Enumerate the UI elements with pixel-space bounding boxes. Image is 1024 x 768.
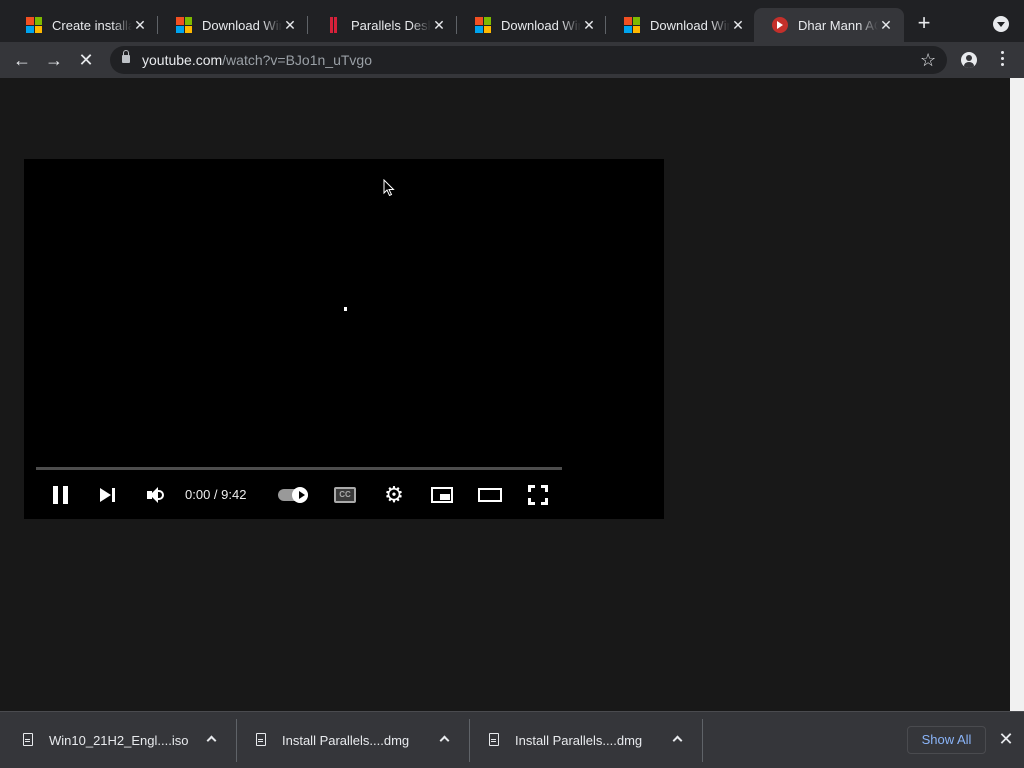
bookmark-star-icon[interactable]: ☆ — [920, 50, 936, 70]
download-filename: Install Parallels....dmg — [515, 733, 643, 748]
tab-parallels-desktop[interactable]: Parallels Deskt ✕ — [307, 8, 457, 42]
download-item[interactable]: Install Parallels....dmg — [466, 712, 699, 768]
player-controls: 0:00 / 9:42 CC ⚙ — [24, 479, 664, 511]
downloads-bar: Win10_21H2_Engl....iso Install Parallels… — [0, 711, 1024, 768]
download-divider — [702, 719, 703, 762]
tab-download-windows-2[interactable]: Download Wind ✕ — [457, 8, 607, 42]
download-item[interactable]: Install Parallels....dmg — [233, 712, 466, 768]
volume-button[interactable] — [144, 483, 168, 507]
page-content: 0:00 / 9:42 CC ⚙ — [0, 78, 1010, 711]
miniplayer-button[interactable] — [430, 483, 454, 507]
theater-mode-button[interactable] — [478, 483, 502, 507]
microsoft-logo-icon — [26, 17, 42, 33]
tab-title: Download Wind — [501, 17, 581, 33]
download-filename: Install Parallels....dmg — [282, 733, 410, 748]
close-downloads-bar-icon[interactable]: ✕ — [998, 730, 1014, 748]
tab-close-icon[interactable]: ✕ — [132, 17, 148, 33]
browser-toolbar: ← → ✕ youtube.com/watch?v=BJo1n_uTvgo ☆ — [0, 42, 1024, 78]
autoplay-toggle[interactable] — [278, 487, 308, 503]
tab-title: Dhar Mann ACT — [798, 17, 878, 33]
tab-close-icon[interactable]: ✕ — [431, 17, 447, 33]
pause-button[interactable] — [50, 483, 74, 507]
next-video-button[interactable] — [96, 483, 120, 507]
download-filename: Win10_21H2_Engl....iso — [49, 733, 189, 748]
fullscreen-button[interactable] — [526, 483, 550, 507]
tab-title: Download Wind — [650, 17, 730, 33]
url-text[interactable]: youtube.com/watch?v=BJo1n_uTvgo — [142, 52, 372, 68]
settings-gear-icon[interactable]: ⚙ — [382, 483, 406, 507]
tab-download-windows-3[interactable]: Download Wind ✕ — [606, 8, 756, 42]
lock-icon[interactable] — [122, 50, 130, 63]
tab-strip: Create installat ✕ Download Wind ✕ Paral… — [0, 0, 1024, 42]
chevron-up-icon[interactable] — [673, 734, 683, 744]
tab-close-icon[interactable]: ✕ — [581, 17, 597, 33]
youtube-logo-icon — [772, 17, 788, 33]
tab-title: Download Wind — [202, 17, 282, 33]
loading-spinner-icon — [344, 307, 347, 311]
tab-create-installation[interactable]: Create installat ✕ — [8, 8, 158, 42]
tab-close-icon[interactable]: ✕ — [878, 17, 894, 33]
stop-loading-button[interactable]: ✕ — [74, 48, 98, 72]
parallels-logo-icon — [325, 17, 341, 33]
url-host: youtube.com — [142, 52, 223, 68]
tab-download-windows-1[interactable]: Download Wind ✕ — [158, 8, 308, 42]
captions-button[interactable]: CC — [334, 487, 356, 503]
profile-avatar-icon[interactable] — [961, 52, 977, 68]
download-item[interactable]: Win10_21H2_Engl....iso — [0, 712, 233, 768]
tab-search-icon[interactable] — [993, 16, 1009, 32]
url-path: /watch?v=BJo1n_uTvgo — [222, 52, 372, 68]
back-button[interactable]: ← — [10, 48, 34, 72]
forward-button[interactable]: → — [42, 48, 66, 72]
page-scrollbar[interactable] — [1010, 78, 1024, 711]
file-icon — [23, 733, 33, 746]
address-bar[interactable]: youtube.com/watch?v=BJo1n_uTvgo — [110, 46, 947, 74]
tab-title: Create installat — [52, 17, 132, 33]
tab-close-icon[interactable]: ✕ — [282, 17, 298, 33]
video-progress-bar[interactable] — [36, 467, 562, 470]
tab-dhar-mann-active[interactable]: Dhar Mann ACT ✕ — [754, 8, 904, 42]
microsoft-logo-icon — [475, 17, 491, 33]
chevron-up-icon[interactable] — [440, 734, 450, 744]
tab-close-icon[interactable]: ✕ — [730, 17, 746, 33]
file-icon — [489, 733, 499, 746]
chevron-up-icon[interactable] — [207, 734, 217, 744]
microsoft-logo-icon — [176, 17, 192, 33]
video-player[interactable]: 0:00 / 9:42 CC ⚙ — [24, 159, 664, 519]
show-all-downloads-button[interactable]: Show All — [907, 726, 986, 754]
file-icon — [256, 733, 266, 746]
microsoft-logo-icon — [624, 17, 640, 33]
tab-title: Parallels Deskt — [351, 17, 431, 33]
video-time-display: 0:00 / 9:42 — [185, 487, 247, 502]
browser-menu-icon[interactable] — [998, 51, 1006, 69]
new-tab-button[interactable]: + — [912, 12, 936, 36]
